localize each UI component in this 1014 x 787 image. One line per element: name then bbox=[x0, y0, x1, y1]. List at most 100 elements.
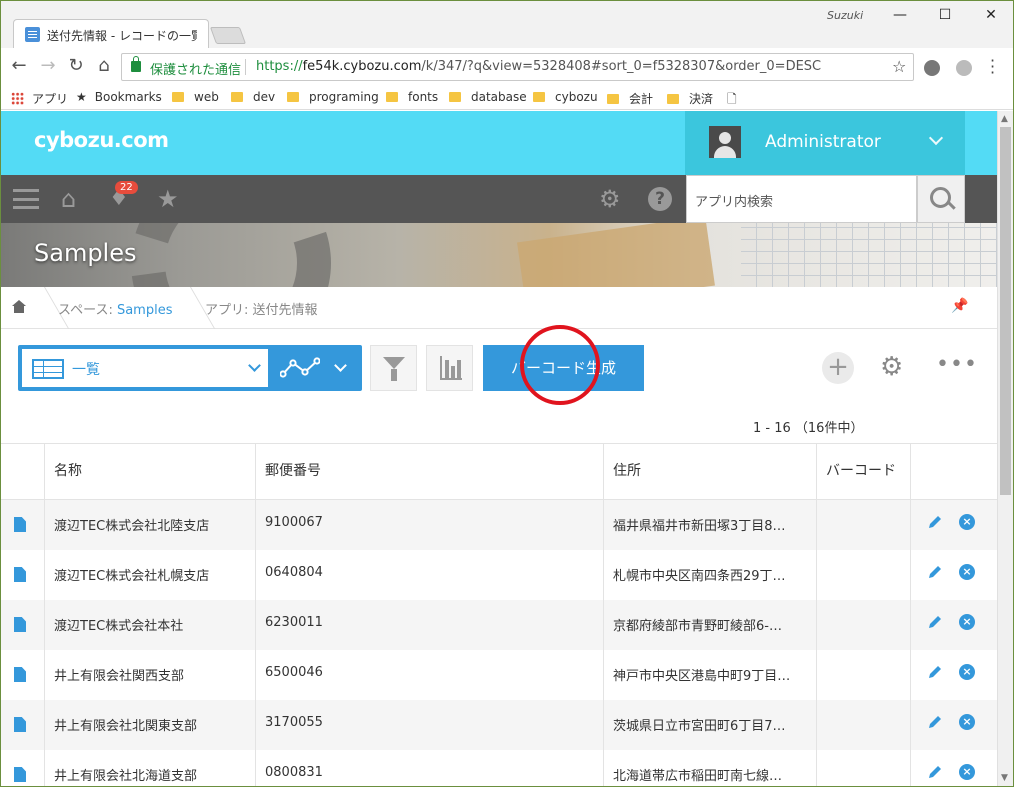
banner-blueprint-image bbox=[741, 223, 997, 287]
delete-record-icon[interactable]: × bbox=[959, 714, 975, 730]
url-host: fe54k.cybozu.com bbox=[302, 59, 422, 74]
home-icon[interactable] bbox=[12, 300, 26, 313]
column-header-barcode[interactable]: バーコード bbox=[816, 444, 910, 499]
pin-icon[interactable]: 📌 bbox=[951, 298, 968, 314]
bookmark-bookmarks[interactable]: ★ Bookmarks bbox=[76, 90, 162, 104]
scrollbar-thumb[interactable] bbox=[1000, 127, 1011, 495]
bookmark-folder[interactable]: fonts bbox=[386, 90, 438, 104]
table-row[interactable]: 井上有限会社北関東支部 3170055 茨城県日立市宮田町6丁目7… × bbox=[1, 700, 997, 750]
column-header-zip[interactable]: 郵便番号 bbox=[255, 444, 603, 499]
bookmark-folder[interactable]: cybozu bbox=[533, 90, 598, 104]
cell-actions bbox=[910, 650, 997, 700]
help-icon[interactable]: ? bbox=[648, 187, 672, 211]
hamburger-menu-icon[interactable] bbox=[13, 189, 39, 209]
delete-record-icon[interactable]: × bbox=[959, 764, 975, 780]
record-detail-icon[interactable] bbox=[14, 617, 26, 632]
record-detail-icon[interactable] bbox=[14, 767, 26, 782]
graph-icon[interactable] bbox=[280, 357, 320, 379]
breadcrumb-space[interactable]: スペース: Samples bbox=[58, 299, 172, 318]
table-row[interactable]: 井上有限会社北海道支部 0800831 北海道帯広市稲田町南七線… × bbox=[1, 750, 997, 786]
record-detail-icon[interactable] bbox=[14, 517, 26, 532]
delete-record-icon[interactable]: × bbox=[959, 664, 975, 680]
favorites-star-icon[interactable]: ★ bbox=[157, 187, 179, 211]
edit-pencil-icon[interactable] bbox=[927, 614, 943, 630]
minimize-icon[interactable]: — bbox=[889, 7, 911, 25]
close-icon[interactable]: ✕ bbox=[980, 7, 1002, 25]
browser-menu-icon[interactable]: · · · bbox=[990, 53, 995, 81]
app-search-input[interactable]: アプリ内検索 bbox=[686, 175, 917, 223]
new-tab-button[interactable] bbox=[209, 27, 247, 44]
profile-name[interactable]: Suzuki bbox=[827, 9, 863, 22]
forward-icon[interactable]: → bbox=[38, 56, 58, 76]
chevron-down-icon[interactable] bbox=[334, 359, 347, 372]
banner-gear-image bbox=[131, 223, 331, 287]
delete-record-icon[interactable]: × bbox=[959, 614, 975, 630]
bookmark-folder[interactable]: web bbox=[172, 90, 219, 104]
bookmark-label: fonts bbox=[408, 90, 439, 104]
bookmark-label: 会計 bbox=[629, 92, 654, 106]
more-options-icon[interactable]: ••• bbox=[936, 354, 978, 376]
user-menu[interactable]: Administrator bbox=[685, 111, 965, 175]
bookmark-folder[interactable]: 決済 bbox=[667, 90, 713, 107]
scroll-down-icon[interactable]: ▼ bbox=[1001, 773, 1008, 783]
site-header: cybozu.com Administrator bbox=[1, 111, 997, 175]
extension-icon[interactable] bbox=[956, 60, 972, 76]
cell-address: 福井県福井市新田塚3丁目8… bbox=[603, 500, 816, 550]
graph-button[interactable] bbox=[426, 345, 473, 391]
settings-gear-icon[interactable]: ⚙ bbox=[599, 187, 621, 211]
table-header: 名称 郵便番号 住所 バーコード bbox=[1, 444, 997, 500]
delete-record-icon[interactable]: × bbox=[959, 564, 975, 580]
search-icon[interactable] bbox=[917, 175, 965, 223]
edit-pencil-icon[interactable] bbox=[927, 564, 943, 580]
page-icon[interactable]: 🗋 bbox=[727, 90, 737, 111]
logo[interactable]: cybozu.com bbox=[34, 128, 169, 152]
column-header-address[interactable]: 住所 bbox=[603, 444, 816, 499]
bookmark-apps[interactable]: アプリ bbox=[11, 90, 68, 107]
portal-home-icon[interactable]: ⌂ bbox=[61, 187, 76, 211]
edit-pencil-icon[interactable] bbox=[927, 514, 943, 530]
address-bar[interactable]: 保護された通信 https://fe54k.cybozu.com/k/347/?… bbox=[121, 53, 914, 81]
bookmark-star-icon[interactable]: ☆ bbox=[892, 57, 906, 76]
record-detail-icon[interactable] bbox=[14, 567, 26, 582]
cell-address: 神戸市中央区港島中町9丁目… bbox=[603, 650, 816, 700]
cell-actions bbox=[910, 550, 997, 600]
cell-address: 北海道帯広市稲田町南七線… bbox=[603, 750, 816, 786]
url-path: /k/347/?q&view=5328408#sort_0=f5328307&o… bbox=[421, 59, 822, 74]
cell-actions bbox=[910, 700, 997, 750]
scroll-up-icon[interactable]: ▲ bbox=[1001, 114, 1008, 124]
home-icon[interactable]: ⌂ bbox=[94, 56, 114, 76]
record-detail-icon[interactable] bbox=[14, 667, 26, 682]
app-settings-icon[interactable]: ⚙ bbox=[880, 354, 903, 380]
bookmark-folder[interactable]: dev bbox=[231, 90, 275, 104]
view-dropdown[interactable]: 一覧 bbox=[22, 349, 268, 387]
cell-address: 京都府綾部市青野町綾部6-… bbox=[603, 600, 816, 650]
edit-pencil-icon[interactable] bbox=[927, 764, 943, 780]
user-name: Administrator bbox=[765, 132, 881, 152]
folder-icon bbox=[287, 92, 299, 102]
browser-toolbar: ← → ↻ ⌂ 保護された通信 https://fe54k.cybozu.com… bbox=[1, 48, 1013, 86]
view-selector[interactable]: 一覧 bbox=[18, 345, 362, 391]
table-row[interactable]: 渡辺TEC株式会社札幌支店 0640804 札幌市中央区南四条西29丁… × bbox=[1, 550, 997, 600]
add-record-button[interactable]: + bbox=[822, 352, 854, 384]
breadcrumb-space-link[interactable]: Samples bbox=[117, 303, 173, 318]
vertical-scrollbar[interactable]: ▲ ▼ bbox=[997, 111, 1013, 786]
column-header-name[interactable]: 名称 bbox=[44, 444, 255, 499]
bookmark-folder[interactable]: programing bbox=[287, 90, 379, 104]
reload-icon[interactable]: ↻ bbox=[66, 56, 86, 76]
table-row[interactable]: 渡辺TEC株式会社本社 6230011 京都府綾部市青野町綾部6-… × bbox=[1, 600, 997, 650]
filter-button[interactable] bbox=[370, 345, 417, 391]
delete-record-icon[interactable]: × bbox=[959, 514, 975, 530]
back-icon[interactable]: ← bbox=[9, 56, 29, 76]
extension-icon[interactable] bbox=[924, 60, 940, 76]
table-row[interactable]: 井上有限会社関西支部 6500046 神戸市中央区港島中町9丁目… × bbox=[1, 650, 997, 700]
cell-name: 渡辺TEC株式会社北陸支店 bbox=[44, 500, 255, 550]
browser-tab[interactable]: 送付先情報 - レコードの一覧 bbox=[13, 19, 209, 48]
record-detail-icon[interactable] bbox=[14, 717, 26, 732]
edit-pencil-icon[interactable] bbox=[927, 664, 943, 680]
bookmark-folder[interactable]: database bbox=[449, 90, 527, 104]
maximize-icon[interactable]: ☐ bbox=[934, 7, 956, 25]
cell-name: 渡辺TEC株式会社札幌支店 bbox=[44, 550, 255, 600]
bookmark-folder[interactable]: 会計 bbox=[607, 90, 653, 107]
edit-pencil-icon[interactable] bbox=[927, 714, 943, 730]
table-row[interactable]: 渡辺TEC株式会社北陸支店 9100067 福井県福井市新田塚3丁目8… × bbox=[1, 500, 997, 550]
